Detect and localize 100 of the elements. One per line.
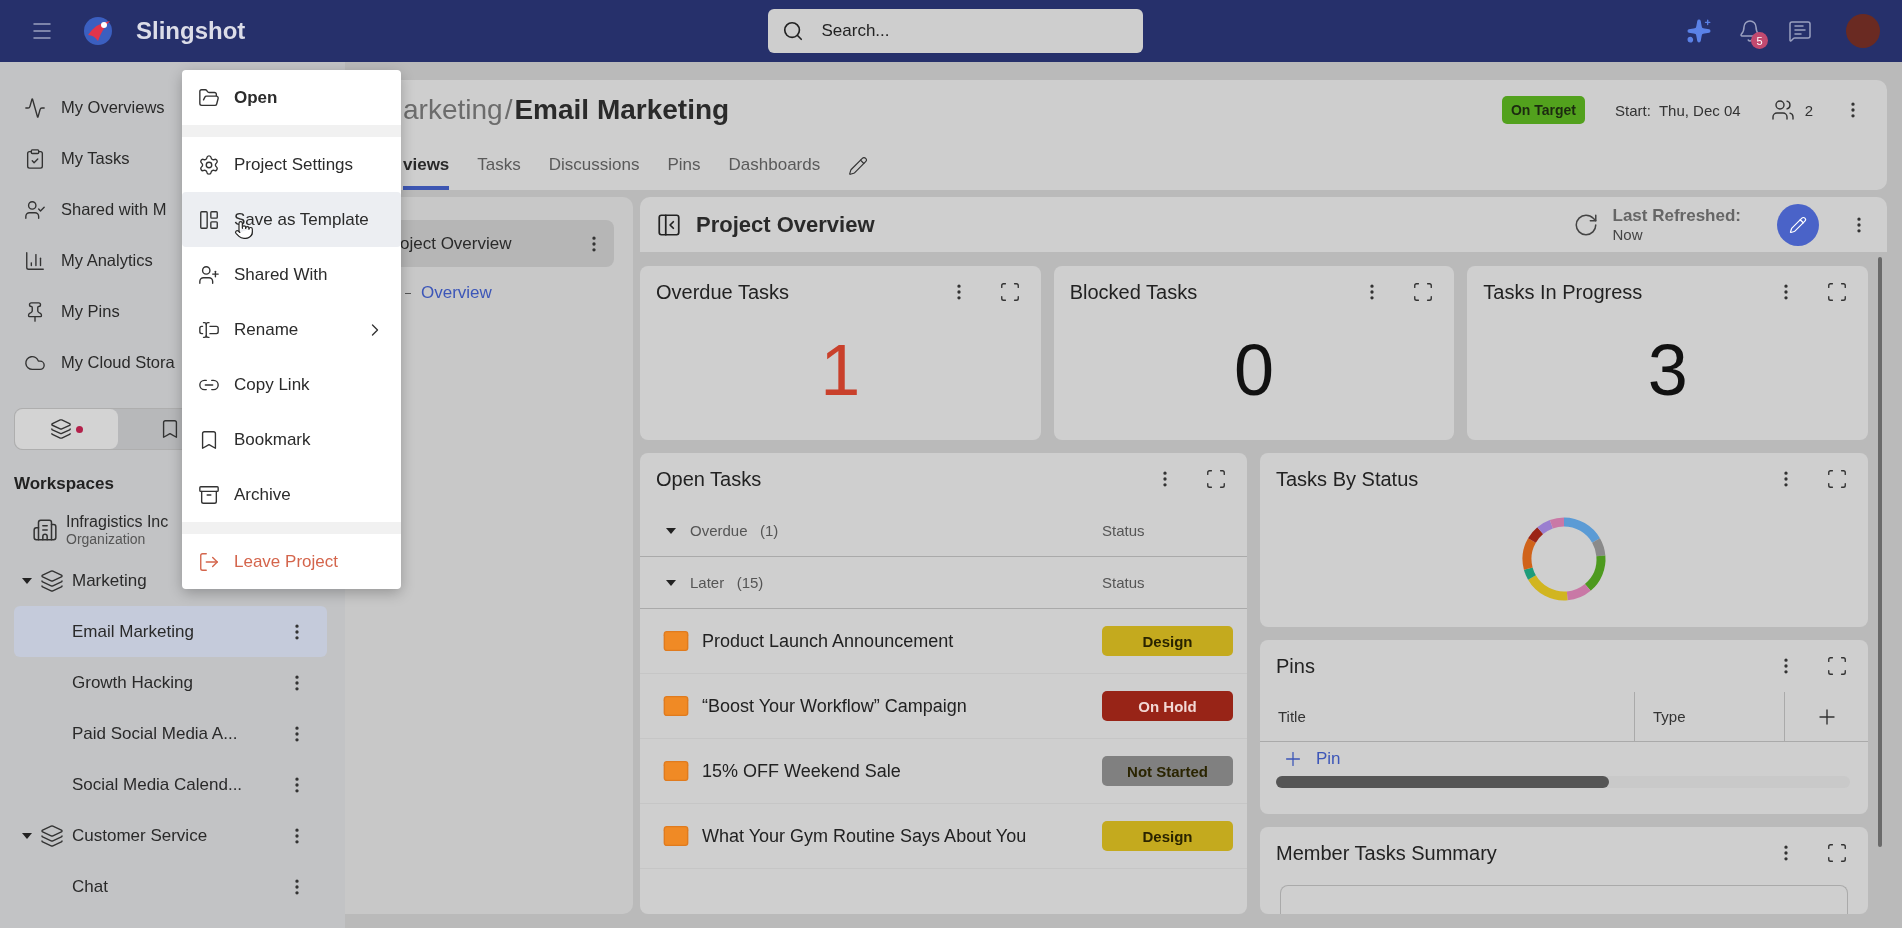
search-field[interactable]: Search... [767, 9, 1143, 53]
scrollbar[interactable] [1878, 257, 1882, 847]
kpi-value: 3 [1646, 329, 1689, 412]
kpi-value: 0 [1233, 329, 1276, 412]
column-header: Status [1102, 522, 1146, 539]
refresh-label: Last Refreshed: [1612, 206, 1741, 226]
user-plus-icon [198, 263, 220, 286]
dashboard-title: Project Overview [696, 211, 876, 238]
project-item[interactable]: Growth Hacking [14, 657, 327, 708]
task-title: Product Launch Announcement [702, 630, 955, 652]
workspace-item[interactable]: Customer Service [14, 810, 327, 861]
user-check-icon [24, 198, 46, 221]
building-icon [32, 516, 58, 543]
group-label: Overdue (1) [690, 522, 780, 539]
card-title: Pins [1276, 654, 1316, 678]
exit-icon [198, 550, 220, 573]
card-title: Open Tasks [656, 467, 763, 491]
status-badge: Design [1102, 821, 1233, 851]
edit-icon[interactable] [848, 156, 869, 176]
card-title: Blocked Tasks [1069, 280, 1199, 304]
status-badge: Design [1102, 626, 1233, 656]
pencil-icon [1789, 215, 1807, 234]
menu-item[interactable]: Save as Template [182, 192, 401, 247]
menu-item[interactable]: Open [182, 70, 401, 125]
tab[interactable]: Dashboards [728, 155, 821, 190]
expand-icon[interactable] [1826, 468, 1848, 490]
expand-icon[interactable] [1205, 468, 1227, 490]
caret-icon[interactable] [22, 832, 32, 839]
activity-icon [24, 96, 46, 119]
project-item[interactable]: Email Marketing [14, 606, 327, 657]
clipboard-check-icon [24, 147, 46, 170]
organization-type: Organization [66, 530, 147, 547]
start-date: Start: Thu, Dec 04 [1615, 101, 1741, 119]
layers-icon [40, 823, 64, 848]
group-header[interactable]: Overdue (1) Status [640, 505, 1247, 557]
scrollbar[interactable] [1276, 776, 1850, 788]
template-icon [198, 208, 220, 231]
task-title: What Your Gym Routine Says About You [702, 825, 1028, 847]
menu-item[interactable]: Archive [182, 467, 401, 522]
caret-icon[interactable] [666, 527, 676, 534]
tab[interactable]: Tasks [477, 155, 521, 190]
project-item[interactable]: Social Media Calend... [14, 759, 327, 810]
edit-button[interactable] [1777, 203, 1819, 246]
project-title: arketing/Email Marketing [403, 94, 731, 126]
task-row[interactable]: “Boost Your Workflow” Campaign On Hold [640, 674, 1247, 739]
expand-icon[interactable] [998, 281, 1021, 303]
overview-link[interactable]: Overview [421, 283, 492, 303]
expand-icon[interactable] [1412, 281, 1435, 303]
caret-icon[interactable] [22, 577, 32, 584]
task-row[interactable]: What Your Gym Routine Says About You Design [640, 804, 1247, 869]
expand-icon[interactable] [1826, 842, 1848, 864]
project-item[interactable]: Chat [14, 861, 327, 912]
expand-icon[interactable] [1826, 281, 1848, 303]
folder-icon [198, 86, 220, 109]
tab[interactable]: Pins [667, 155, 701, 190]
menu-item[interactable]: Rename [182, 302, 401, 357]
menu-item[interactable]: Bookmark [182, 412, 401, 467]
brand-name: Slingshot [136, 17, 246, 45]
group-label: Later (15) [690, 574, 765, 591]
menu-item[interactable]: Shared With [182, 247, 401, 302]
card-title: Member Tasks Summary [1276, 841, 1498, 865]
task-title: “Boost Your Workflow” Campaign [702, 695, 968, 717]
card-title: Overdue Tasks [656, 280, 791, 304]
settings-icon [198, 153, 220, 176]
column-header: Status [1102, 574, 1146, 591]
bar-chart-icon [24, 249, 46, 272]
group-header[interactable]: Later (15) Status [640, 557, 1247, 609]
logo-icon [82, 15, 114, 47]
archive-icon [198, 483, 220, 506]
column-header: Title [1260, 692, 1635, 741]
notification-badge: 5 [1751, 32, 1768, 49]
kpi-value: 1 [819, 329, 862, 412]
card-title: Tasks By Status [1276, 467, 1420, 491]
tab[interactable]: Discussions [548, 155, 640, 190]
task-row[interactable]: Product Launch Announcement Design [640, 609, 1247, 674]
caret-icon[interactable] [666, 579, 676, 586]
column-header: Type [1635, 692, 1785, 741]
task-title: 15% OFF Weekend Sale [702, 760, 902, 782]
task-row[interactable]: 15% OFF Weekend Sale Not Started [640, 739, 1247, 804]
organization-name: Infragistics Inc [66, 512, 170, 531]
members-icon[interactable] [1770, 98, 1795, 122]
message-icon[interactable] [1788, 19, 1812, 43]
status-badge: On Target [1501, 96, 1585, 124]
menu-item[interactable]: Copy Link [182, 357, 401, 412]
search-icon [781, 20, 804, 42]
collapse-panel-icon[interactable] [656, 211, 682, 238]
sparkle-icon[interactable] [1686, 18, 1712, 44]
status-badge: On Hold [1102, 691, 1233, 721]
member-count: 2 [1804, 101, 1813, 119]
menu-item[interactable]: Leave Project [182, 534, 401, 589]
add-pin-link[interactable]: Pin [1260, 742, 1868, 776]
expand-icon[interactable] [1826, 655, 1848, 677]
notification-dot [76, 425, 83, 433]
menu-item[interactable]: Project Settings [182, 137, 401, 192]
layers-icon [40, 568, 64, 593]
project-item[interactable]: Paid Social Media A... [14, 708, 327, 759]
refresh-time: Now [1612, 226, 1644, 243]
card-title: Tasks In Progress [1483, 280, 1644, 304]
layers-icon [50, 418, 72, 440]
status-badge: Not Started [1102, 756, 1233, 786]
